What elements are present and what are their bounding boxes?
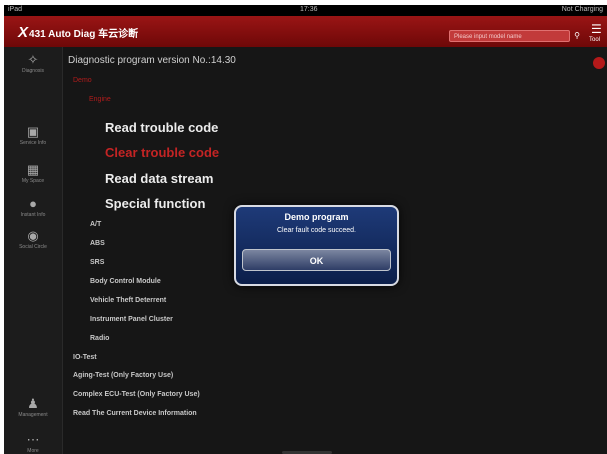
sidebar-item-management[interactable]: ♟ Management bbox=[4, 396, 62, 419]
read-data-stream-button[interactable]: Read data stream bbox=[105, 171, 213, 186]
test-item-aging[interactable]: Aging-Test (Only Factory Use) bbox=[73, 372, 173, 379]
app-logo: X431 Auto Diag 车云诊断 bbox=[18, 24, 138, 41]
sidebar-item-label: Service Info bbox=[19, 140, 47, 146]
user-icon: ♟ bbox=[27, 396, 39, 411]
search-input[interactable]: Please input model name bbox=[449, 30, 570, 42]
status-bar: iPad 17:36 Not Charging bbox=[4, 5, 607, 16]
test-item-complex-ecu[interactable]: Complex ECU-Test (Only Factory Use) bbox=[73, 391, 200, 398]
title-bar: X431 Auto Diag 车云诊断 Please input model n… bbox=[4, 16, 607, 47]
chat-icon: ● bbox=[29, 196, 37, 211]
sidebar-item-label: More bbox=[27, 448, 39, 454]
breadcrumb-demo[interactable]: Demo bbox=[73, 77, 92, 84]
folder-icon: ▣ bbox=[26, 124, 40, 139]
system-item-vehicle-theft-deterrent[interactable]: Vehicle Theft Deterrent bbox=[90, 297, 166, 304]
sidebar-item-label: Management bbox=[18, 412, 48, 418]
test-item-device-info[interactable]: Read The Current Device Information bbox=[73, 410, 197, 417]
system-item-body-control-module[interactable]: Body Control Module bbox=[90, 278, 161, 285]
tool-icon[interactable]: ☰ bbox=[591, 22, 602, 36]
dialog-title: Demo program bbox=[284, 212, 349, 222]
dialog-message: Clear fault code succeed. bbox=[277, 227, 356, 234]
sidebar-item-instant-info[interactable]: ● Instant Info bbox=[4, 196, 62, 219]
notification-dot[interactable] bbox=[593, 57, 605, 69]
more-icon: ⋯ bbox=[26, 432, 40, 447]
search-icon: ⚲ bbox=[574, 31, 580, 40]
sidebar-item-service-info[interactable]: ▣ Service Info bbox=[4, 124, 62, 147]
tool-label: Tool bbox=[589, 37, 601, 43]
status-time: 17:36 bbox=[300, 6, 318, 13]
wrench-icon: ✧ bbox=[27, 52, 39, 67]
status-charging: Not Charging bbox=[561, 6, 603, 13]
status-carrier: iPad bbox=[8, 6, 23, 13]
logo-x-icon: X bbox=[18, 24, 29, 41]
people-icon: ◉ bbox=[27, 228, 39, 243]
sidebar-item-label: Social Circle bbox=[19, 244, 47, 250]
sidebar-item-label: Instant Info bbox=[20, 212, 46, 218]
sidebar-item-social-circle[interactable]: ◉ Social Circle bbox=[4, 228, 62, 251]
system-item-radio[interactable]: Radio bbox=[90, 335, 109, 342]
test-item-io[interactable]: IO-Test bbox=[73, 354, 97, 361]
search-button[interactable]: ⚲ bbox=[570, 30, 584, 42]
app-name: 431 Auto Diag 车云诊断 bbox=[29, 29, 139, 40]
sidebar-item-diagnosis[interactable]: ✧ Diagnosis bbox=[4, 52, 62, 75]
alert-dialog: Demo program Clear fault code succeed. O… bbox=[234, 205, 399, 286]
sidebar-item-label: My Space bbox=[21, 178, 45, 184]
system-item-at[interactable]: A/T bbox=[90, 221, 101, 228]
calendar-icon: ▦ bbox=[26, 162, 40, 177]
sidebar-item-label: Diagnosis bbox=[22, 68, 44, 74]
breadcrumb-engine[interactable]: Engine bbox=[89, 96, 111, 103]
sidebar-item-more[interactable]: ⋯ More bbox=[4, 433, 62, 454]
program-version: Diagnostic program version No.:14.30 bbox=[68, 55, 236, 66]
system-item-srs[interactable]: SRS bbox=[90, 259, 104, 266]
app-screen: iPad 17:36 Not Charging X431 Auto Diag 车… bbox=[4, 5, 607, 454]
system-item-abs[interactable]: ABS bbox=[90, 240, 105, 247]
clear-trouble-code-button[interactable]: Clear trouble code bbox=[105, 145, 219, 160]
system-item-instrument-panel-cluster[interactable]: Instrument Panel Cluster bbox=[90, 316, 173, 323]
ok-button[interactable]: OK bbox=[242, 249, 391, 271]
special-function-button[interactable]: Special function bbox=[105, 196, 205, 211]
read-trouble-code-button[interactable]: Read trouble code bbox=[105, 120, 218, 135]
sidebar: ✧ Diagnosis ▣ Service Info ▦ My Space ● … bbox=[4, 47, 63, 454]
sidebar-item-my-space[interactable]: ▦ My Space bbox=[4, 162, 62, 185]
